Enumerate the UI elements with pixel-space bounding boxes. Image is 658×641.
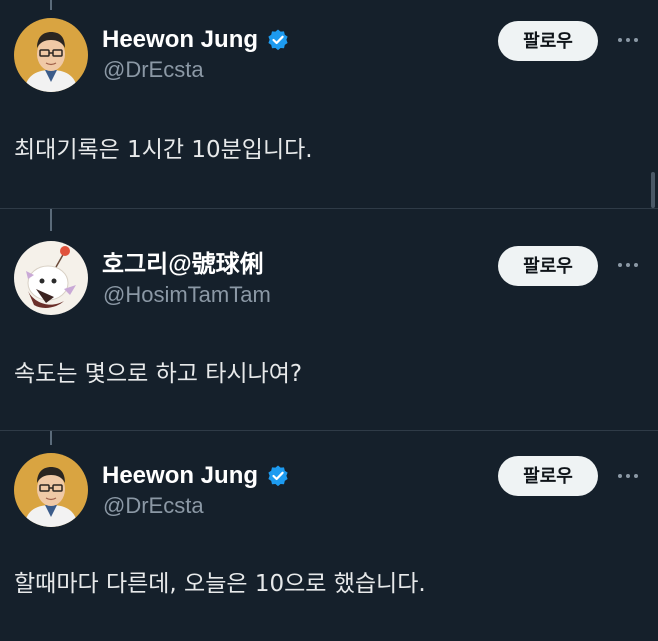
- author-handle[interactable]: @DrEcsta: [103, 493, 204, 519]
- avatar-hogri[interactable]: [14, 241, 88, 315]
- follow-button[interactable]: 팔로우: [498, 21, 598, 61]
- author-row: Heewon Jung: [102, 26, 290, 54]
- avatar-heewon-jung[interactable]: [14, 18, 88, 92]
- author-row: 호그리@號球俐: [102, 251, 264, 279]
- tweet-text: 최대기록은 1시간 10분입니다.: [14, 137, 313, 163]
- verified-badge-icon: [266, 28, 290, 52]
- thread-line: [50, 209, 52, 231]
- tweet-feed: Heewon Jung @DrEcsta 팔로우 최대기록은 1시간 10분입니…: [0, 0, 658, 641]
- author-row: Heewon Jung: [102, 462, 290, 490]
- thread-line: [50, 0, 52, 10]
- moogle-avatar-icon: [14, 241, 88, 315]
- tweet-text: 할때마다 다른데, 오늘은 10으로 했습니다.: [14, 571, 426, 597]
- follow-button[interactable]: 팔로우: [498, 246, 598, 286]
- tweet-1[interactable]: Heewon Jung @DrEcsta 팔로우 최대기록은 1시간 10분입니…: [0, 0, 658, 208]
- avatar-heewon-jung[interactable]: [14, 453, 88, 527]
- author-display-name[interactable]: Heewon Jung: [102, 462, 258, 490]
- author-display-name[interactable]: 호그리@號球俐: [102, 251, 264, 279]
- doctor-avatar-icon: [14, 18, 88, 92]
- author-display-name[interactable]: Heewon Jung: [102, 26, 258, 54]
- scrollbar-thumb[interactable]: [651, 172, 655, 208]
- more-options-icon[interactable]: [612, 255, 644, 275]
- more-options-icon[interactable]: [612, 30, 644, 50]
- author-handle[interactable]: @HosimTamTam: [103, 282, 271, 308]
- doctor-avatar-icon: [14, 453, 88, 527]
- more-options-icon[interactable]: [612, 466, 644, 486]
- author-handle[interactable]: @DrEcsta: [103, 57, 204, 83]
- tweet-3[interactable]: Heewon Jung @DrEcsta 팔로우 할때마다 다른데, 오늘은 1…: [0, 431, 658, 641]
- thread-line: [50, 431, 52, 445]
- tweet-text: 속도는 몇으로 하고 타시나여?: [14, 361, 303, 387]
- verified-badge-icon: [266, 464, 290, 488]
- tweet-2[interactable]: 호그리@號球俐 @HosimTamTam 팔로우 속도는 몇으로 하고 타시나여…: [0, 209, 658, 430]
- follow-button[interactable]: 팔로우: [498, 456, 598, 496]
